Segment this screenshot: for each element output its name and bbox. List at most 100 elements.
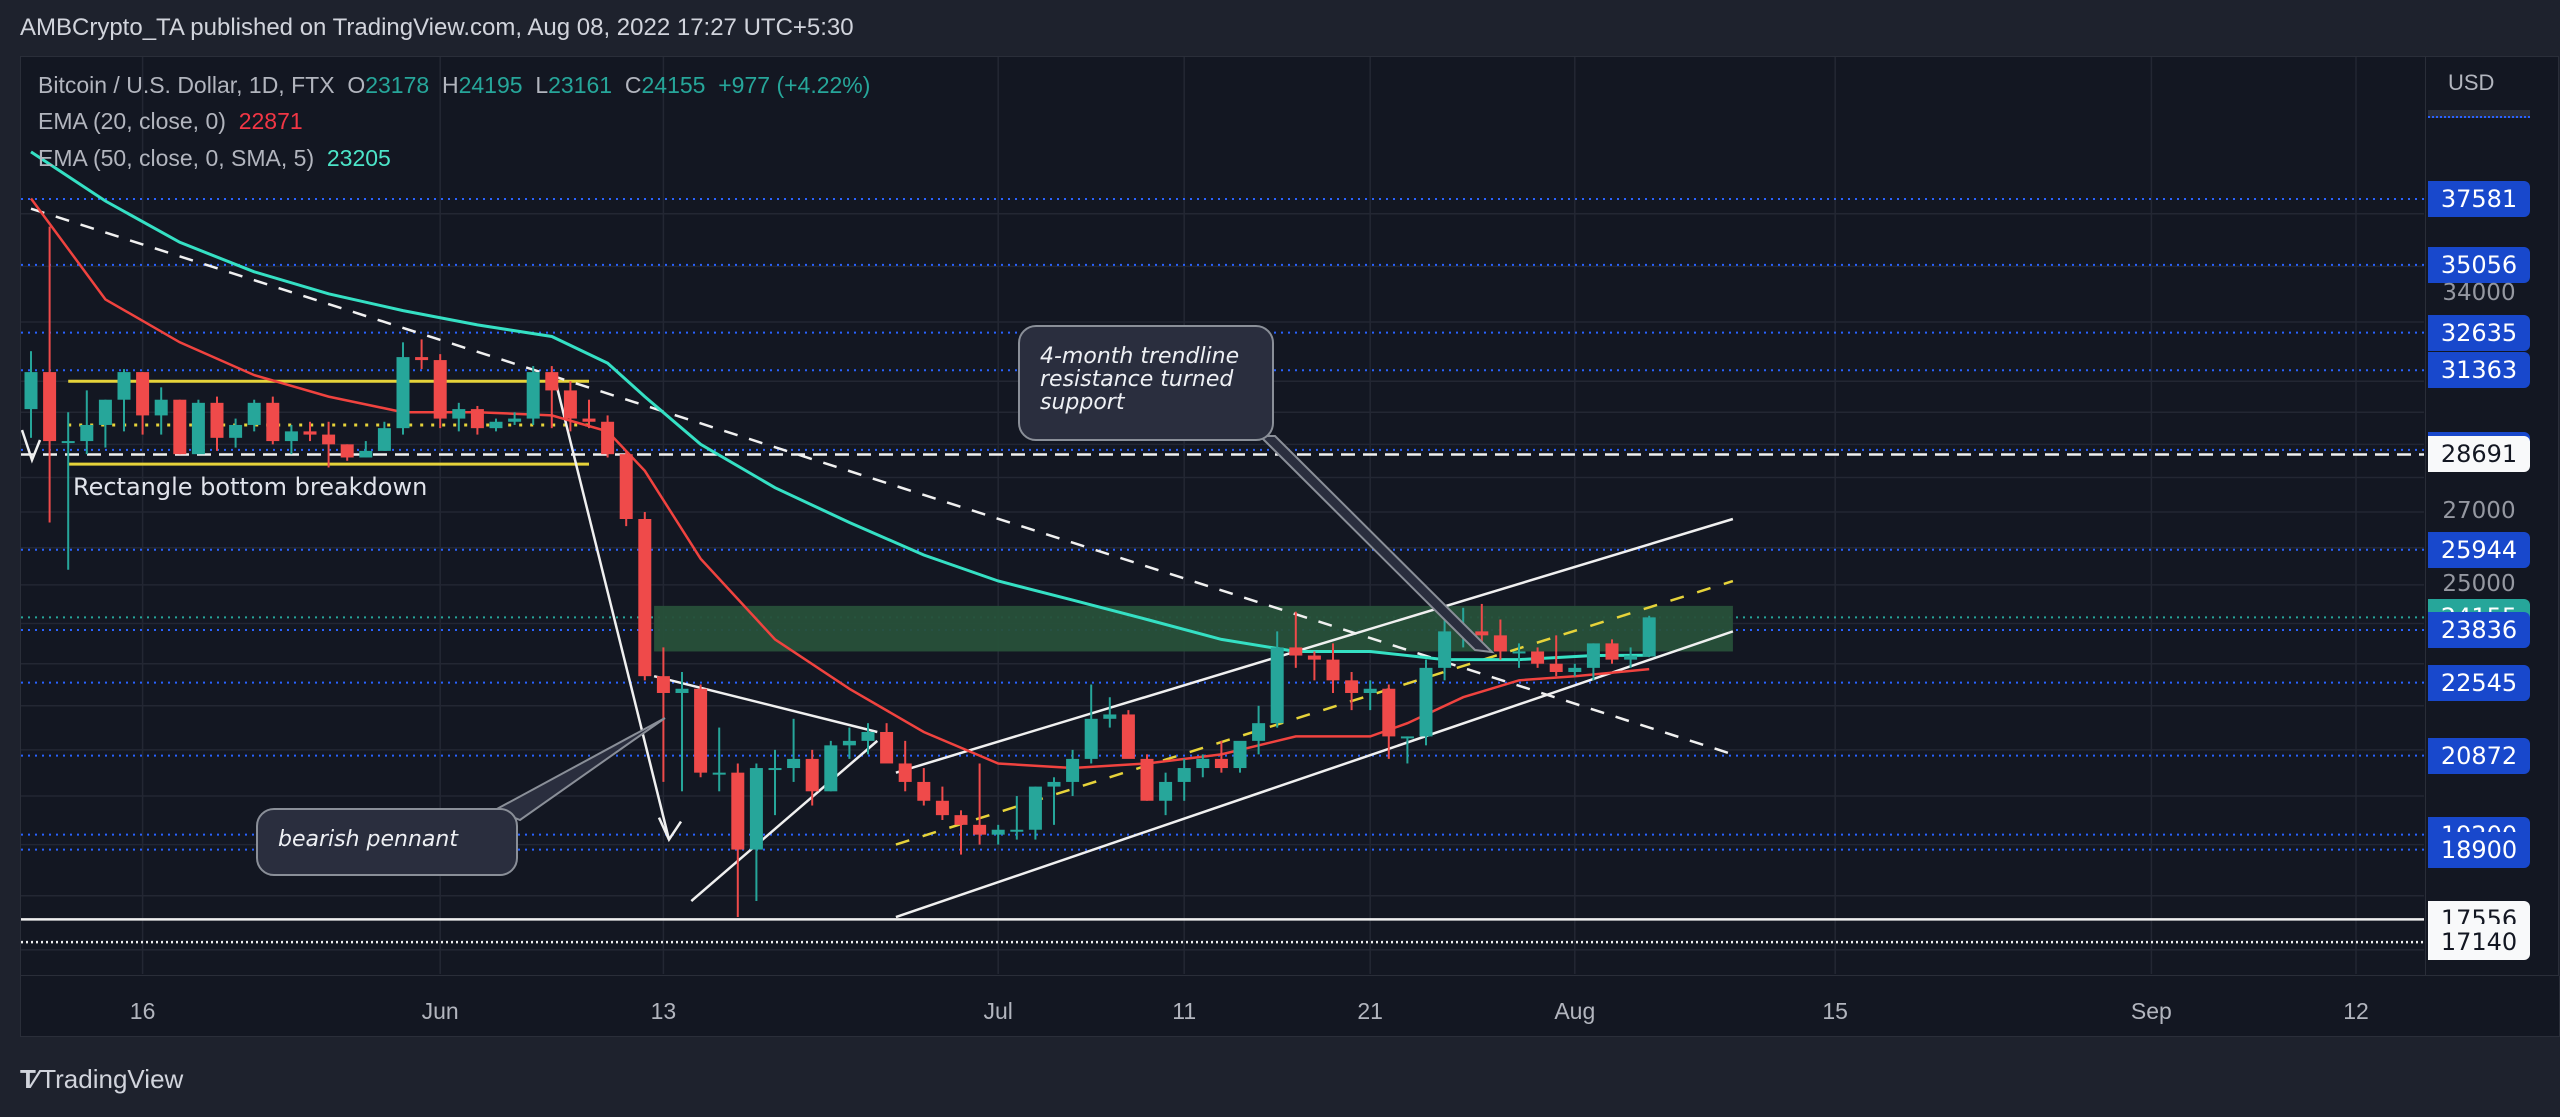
price-tag: 23836 (2428, 611, 2530, 648)
price-tag: 35056 (2428, 246, 2530, 283)
candle-body (154, 399, 168, 416)
high-value: 24195 (458, 72, 523, 98)
change-value: +977 (+4.22%) (718, 72, 871, 98)
tradingview-logo-icon: T⁄ (20, 1064, 37, 1094)
candle-body (1400, 736, 1414, 739)
price-tag: 18900 (2428, 831, 2530, 868)
ema20-legend[interactable]: EMA (20, close, 0) 22871 (38, 108, 303, 135)
candle-body (731, 772, 745, 850)
candle-body (1252, 723, 1266, 741)
date-tick-label: 13 (650, 998, 677, 1024)
candle-body (322, 434, 336, 445)
date-tick-label: Jun (421, 998, 459, 1024)
candle-body (545, 372, 559, 391)
ema20-value: 22871 (238, 108, 303, 134)
candle-body (1493, 635, 1507, 652)
candle-body (842, 740, 856, 746)
candle-body (1475, 631, 1489, 636)
candle-body (1568, 667, 1582, 673)
candle-body (340, 444, 354, 458)
candle-body (1177, 768, 1191, 782)
candle-body (210, 402, 224, 438)
date-tick-label: Sep (2130, 998, 2172, 1024)
date-tick-label: 12 (2343, 998, 2369, 1024)
candle-body (1642, 617, 1656, 657)
candle-body (1419, 667, 1433, 737)
price-tag: 31363 (2428, 352, 2530, 389)
price-tag: 37581 (2428, 181, 2530, 217)
currency-underline (2428, 110, 2530, 118)
candle-body (61, 441, 75, 444)
candle-body (1624, 655, 1638, 660)
candle-body (1438, 631, 1452, 668)
arrow-head (657, 817, 683, 843)
candle-body (1586, 643, 1600, 668)
candle-body (880, 731, 894, 764)
open-value: 23178 (365, 72, 430, 98)
candle-body (1028, 786, 1042, 830)
candle-body (1512, 651, 1526, 654)
candle-body (24, 372, 38, 410)
price-tag: 32635 (2428, 314, 2530, 351)
candle-body (173, 399, 187, 455)
price-tag: 22545 (2428, 664, 2530, 701)
candle-body (973, 824, 987, 835)
price-tick-label: 27000 (2442, 497, 2516, 524)
symbol-legend: Bitcoin / U.S. Dollar, 1D, FTX O23178 H2… (38, 72, 871, 98)
candle-body (1140, 758, 1154, 801)
candle-body (396, 357, 410, 429)
candle-body (98, 399, 112, 425)
candle-body (470, 409, 484, 429)
candle-body (489, 421, 503, 429)
candle-body (377, 428, 391, 451)
candle-body (619, 454, 633, 520)
candle-body (1270, 647, 1284, 724)
ema50-legend[interactable]: EMA (50, close, 0, SMA, 5) 23205 (38, 145, 391, 172)
candle-body (1066, 758, 1080, 782)
candle-body (433, 360, 447, 419)
support-zone-rect (654, 605, 1733, 652)
candle-body (359, 450, 373, 458)
low-value: 23161 (548, 72, 613, 98)
candle-body (1289, 647, 1303, 656)
candle-body (1307, 655, 1321, 660)
price-tag: 25944 (2428, 531, 2530, 568)
ema50-value: 23205 (326, 145, 391, 171)
candle-body (1047, 781, 1061, 787)
ema-lines (29, 150, 1650, 770)
candle-body (694, 688, 708, 773)
tradingview-logo[interactable]: T⁄ TradingView (20, 1064, 183, 1095)
candle-body (1326, 659, 1340, 681)
candle-body (1605, 643, 1619, 660)
date-tick-label: Aug (1554, 998, 1596, 1024)
candle-body (415, 357, 429, 361)
candle-body (787, 758, 801, 769)
price-tick-label: 25000 (2442, 570, 2516, 597)
candle-body (1531, 651, 1545, 664)
candle-body (1103, 714, 1117, 719)
candle-body (1549, 663, 1563, 673)
candle-body (1159, 781, 1173, 801)
currency-label[interactable]: USD (2448, 70, 2494, 96)
candle-body (247, 402, 261, 425)
date-tick-label: 21 (1357, 998, 1383, 1024)
candle-body (1233, 740, 1247, 769)
candle-body (935, 800, 949, 816)
candle-body (1196, 758, 1210, 769)
price-tag: 28691 (2428, 436, 2530, 473)
candle-body (1382, 688, 1396, 737)
candle-body (303, 431, 317, 435)
candle-body (1214, 758, 1228, 769)
price-tag: 20872 (2428, 737, 2530, 774)
candle-body (712, 772, 726, 775)
candle-body (601, 421, 615, 455)
candle-body (80, 424, 94, 442)
candle-body (749, 768, 763, 850)
date-tick-label: Jul (983, 998, 1013, 1024)
candle-body (526, 372, 540, 419)
candle-body (824, 745, 838, 792)
candle-body (768, 768, 782, 771)
candle-body (954, 815, 968, 825)
price-tick-label: 34000 (2442, 279, 2516, 306)
candle-body (917, 781, 931, 801)
